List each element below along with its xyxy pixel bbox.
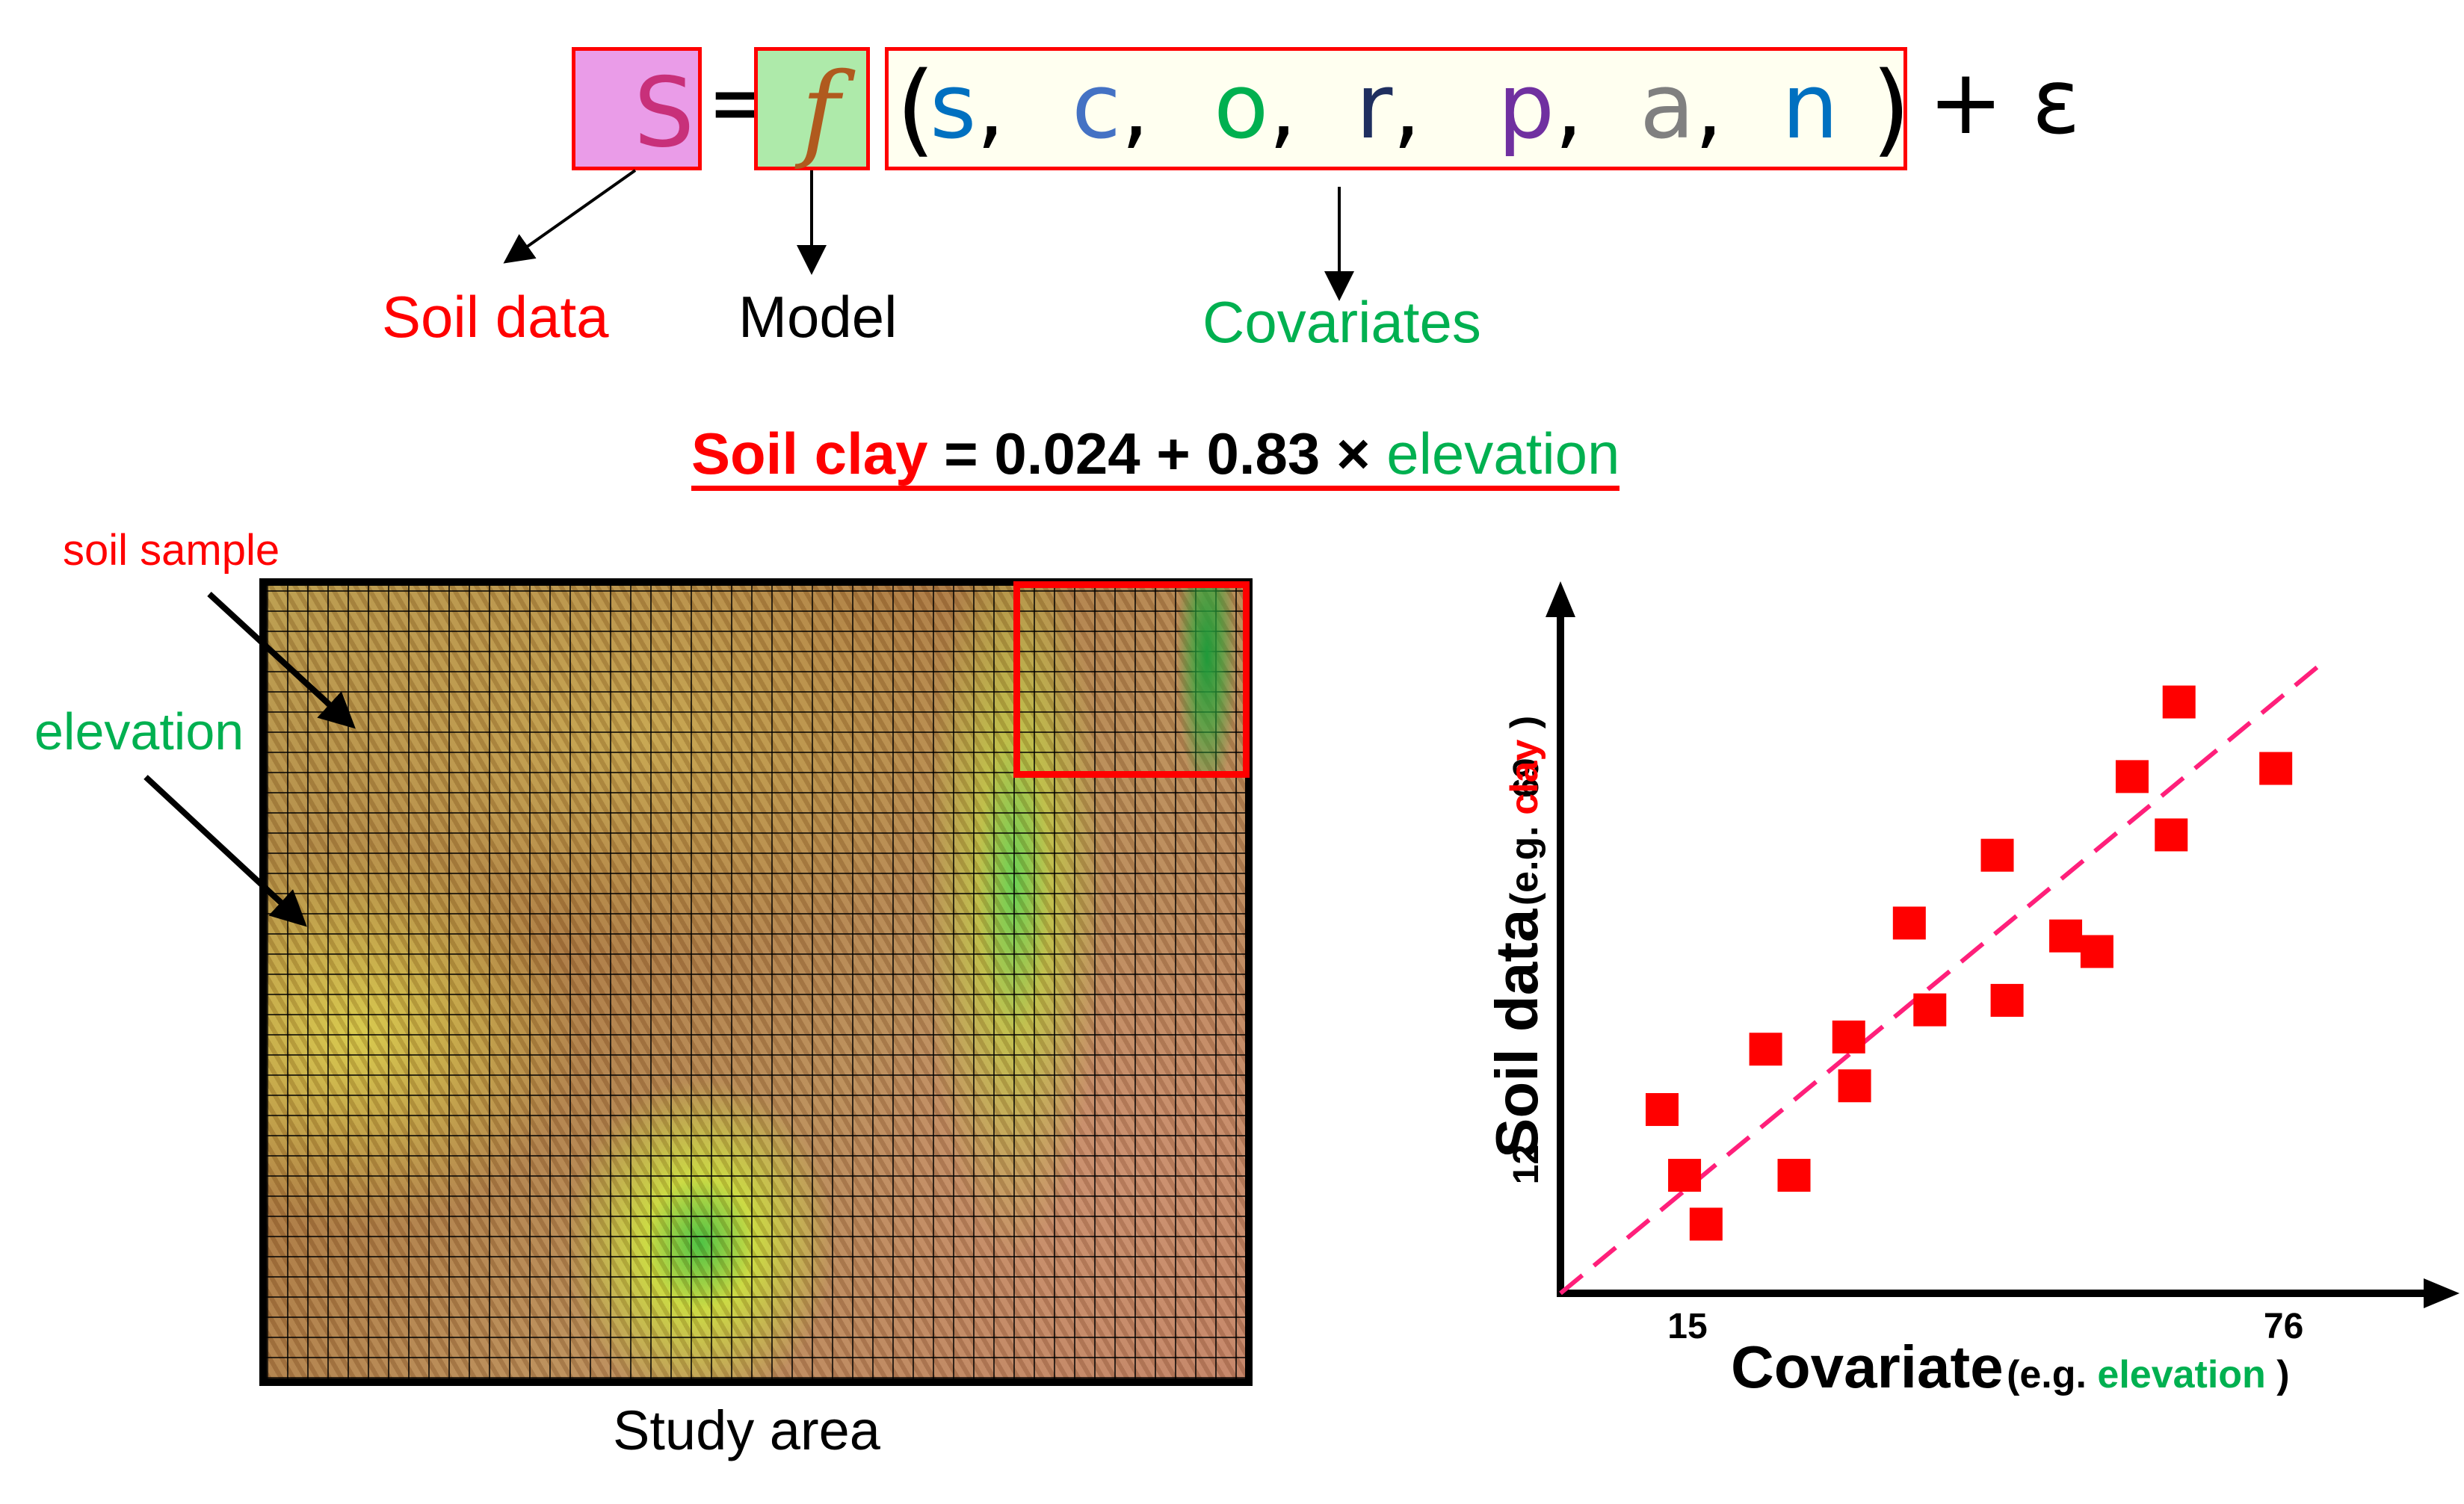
- data-point: [1832, 1020, 1865, 1053]
- x-tick-label: 15: [1667, 1307, 1707, 1346]
- x-axis-note-prefix: (e.g.: [2007, 1353, 2098, 1396]
- data-point: [1749, 1033, 1782, 1066]
- fit-line: [1559, 660, 2324, 1296]
- data-point: [1980, 838, 2014, 872]
- data-point: [1777, 1159, 1811, 1192]
- data-point: [2049, 919, 2083, 953]
- data-point: [1913, 993, 1947, 1027]
- data-point: [2162, 685, 2196, 719]
- x-axis-label: Covariate: [1731, 1334, 2004, 1400]
- x-axis-arrowhead: [2424, 1278, 2460, 1308]
- data-point: [2155, 818, 2188, 852]
- y-axis-note-highlight: clay: [1503, 739, 1546, 815]
- data-point: [1892, 906, 1926, 940]
- y-axis-label: Soil data: [1483, 909, 1550, 1158]
- y-axis-note-prefix: (e.g.: [1503, 814, 1546, 906]
- data-point: [2080, 935, 2113, 968]
- scatter-plot: 15 761269: [1507, 581, 2460, 1346]
- y-axis-arrowhead: [1546, 581, 1575, 617]
- data-point: [1838, 1069, 1871, 1103]
- y-axis-title: Soil data (e.g. clay ): [1483, 715, 1550, 1158]
- data-point: [1668, 1159, 1702, 1192]
- y-axis-note-suffix: ): [1503, 715, 1546, 740]
- data-point: [2259, 752, 2293, 785]
- x-axis-note-suffix: ): [2265, 1353, 2290, 1396]
- x-axis-note-highlight: elevation: [2097, 1353, 2266, 1396]
- x-axis-title: Covariate (e.g. elevation ): [1731, 1337, 2290, 1397]
- data-point: [2115, 760, 2149, 793]
- data-point: [1645, 1093, 1679, 1127]
- data-point: [1990, 983, 2024, 1017]
- data-point: [1689, 1207, 1723, 1241]
